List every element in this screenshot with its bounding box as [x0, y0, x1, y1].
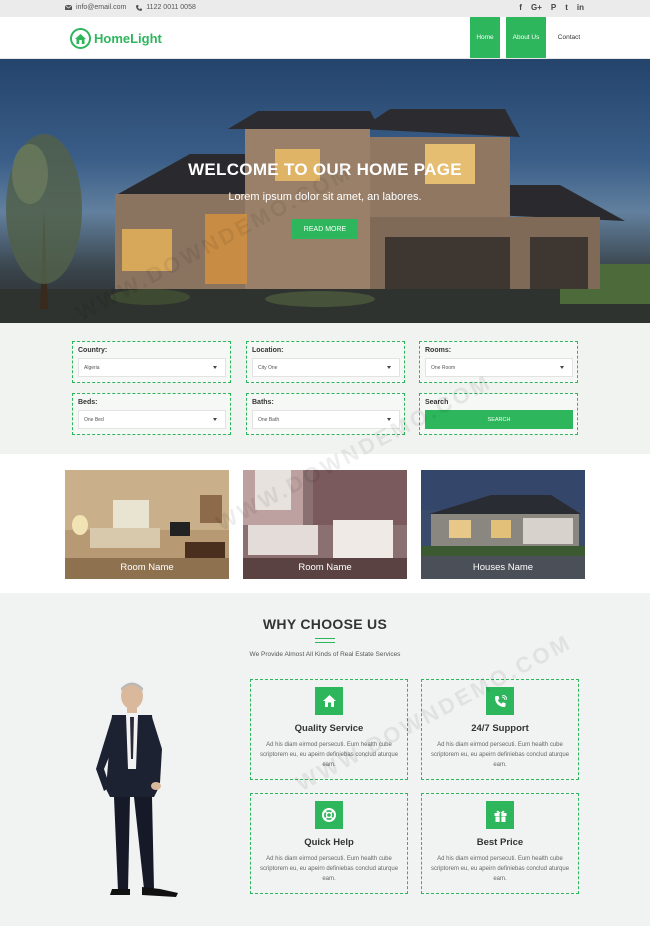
phone-ringing-icon [486, 687, 514, 715]
dropdown-arrow-icon [213, 418, 217, 421]
house-logo-icon [70, 28, 91, 49]
site-logo[interactable]: HomeLight [70, 28, 162, 49]
lifebuoy-icon [315, 801, 343, 829]
location-select[interactable]: City One [252, 358, 400, 377]
title-divider [315, 638, 335, 643]
phone-icon [136, 4, 143, 11]
rooms-label: Rooms: [425, 347, 452, 354]
beds-label: Beds: [78, 399, 98, 406]
section-subtitle: We Provide Almost All Kinds of Real Esta… [249, 651, 401, 658]
country-select[interactable]: Algeria [78, 358, 226, 377]
property-search-panel: Country: Algeria Location: City One Room… [0, 323, 650, 454]
country-field: Country: Algeria [72, 341, 231, 383]
feature-text: Ad his diam eirmod persecuti. Eum health… [430, 856, 570, 882]
baths-field: Baths: One Bath [246, 393, 405, 435]
feature-card-quick-help: Quick Help Ad his diam eirmod persecuti.… [250, 793, 408, 894]
phone-text: 1122 0011 0058 [146, 4, 196, 11]
section-title: WHY CHOOSE US [262, 616, 388, 632]
search-field: Search SEARCH [419, 393, 578, 435]
gift-icon [486, 801, 514, 829]
country-value: Algeria [84, 364, 100, 371]
main-navbar: HomeLight Home About Us Contact [0, 17, 650, 59]
logo-text: HomeLight [94, 31, 162, 46]
feature-title: Quality Service [294, 723, 364, 734]
feature-title: 24/7 Support [471, 723, 529, 734]
rooms-value: One Room [431, 364, 456, 371]
featured-properties: Room Name Room Name Houses Name [0, 454, 650, 593]
property-card[interactable]: Room Name [243, 470, 407, 579]
property-name: Room Name [298, 562, 352, 573]
contact-info: info@email.com 1122 0011 0058 [65, 4, 196, 11]
feature-text: Ad his diam eirmod persecuti. Eum health… [259, 742, 399, 768]
feature-card-quality-service: Quality Service Ad his diam eirmod perse… [250, 679, 408, 780]
hero-banner: WELCOME TO OUR HOME PAGE Lorem ipsum dol… [0, 59, 650, 323]
property-name: Houses Name [472, 562, 534, 573]
home-icon [315, 687, 343, 715]
top-bar: info@email.com 1122 0011 0058 f G+ P t i… [0, 0, 650, 17]
location-value: City One [258, 364, 278, 371]
baths-select[interactable]: One Bath [252, 410, 400, 429]
social-links: f G+ P t in [519, 3, 584, 12]
baths-value: One Bath [258, 416, 280, 423]
dropdown-arrow-icon [387, 418, 391, 421]
dropdown-arrow-icon [387, 366, 391, 369]
nav-item-about-us[interactable]: About Us [506, 17, 546, 58]
why-choose-us-section: WHY CHOOSE US We Provide Almost All Kind… [0, 593, 650, 926]
beds-value: One Bed [84, 416, 104, 423]
envelope-icon [65, 5, 72, 10]
hero-title: WELCOME TO OUR HOME PAGE [188, 160, 462, 179]
feature-title: Best Price [476, 837, 524, 848]
feature-card-support: 24/7 Support Ad his diam eirmod persecut… [421, 679, 579, 780]
linkedin-icon[interactable]: in [577, 3, 584, 12]
country-label: Country: [78, 347, 108, 354]
property-name: Room Name [120, 562, 174, 573]
rooms-select[interactable]: One Room [425, 358, 573, 377]
feature-title: Quick Help [304, 837, 354, 848]
dropdown-arrow-icon [213, 366, 217, 369]
feature-card-best-price: Best Price Ad his diam eirmod persecuti.… [421, 793, 579, 894]
hero-subtitle: Lorem ipsum dolor sit amet, an labores. [228, 191, 422, 203]
property-card[interactable]: Room Name [65, 470, 229, 579]
property-card[interactable]: Houses Name [421, 470, 585, 579]
nav-item-contact[interactable]: Contact [552, 17, 586, 58]
beds-select[interactable]: One Bed [78, 410, 226, 429]
twitter-icon[interactable]: t [565, 3, 568, 12]
phone-info[interactable]: 1122 0011 0058 [136, 4, 196, 11]
feature-text: Ad his diam eirmod persecuti. Eum health… [430, 742, 570, 768]
beds-field: Beds: One Bed [72, 393, 231, 435]
email-info[interactable]: info@email.com [65, 4, 126, 11]
search-button[interactable]: SEARCH [425, 410, 573, 429]
search-label: Search [425, 399, 449, 406]
google-plus-icon[interactable]: G+ [531, 3, 542, 12]
rooms-field: Rooms: One Room [419, 341, 578, 383]
dropdown-arrow-icon [560, 366, 564, 369]
nav-menu: Home About Us Contact [470, 17, 586, 58]
businessman-image [96, 682, 178, 897]
feature-text: Ad his diam eirmod persecuti. Eum health… [259, 856, 399, 882]
nav-item-home[interactable]: Home [470, 17, 500, 58]
location-label: Location: [252, 347, 284, 354]
baths-label: Baths: [252, 399, 274, 406]
location-field: Location: City One [246, 341, 405, 383]
email-text: info@email.com [76, 4, 127, 11]
facebook-icon[interactable]: f [519, 3, 522, 12]
pinterest-icon[interactable]: P [551, 3, 556, 12]
read-more-button[interactable]: READ MORE [292, 219, 358, 239]
